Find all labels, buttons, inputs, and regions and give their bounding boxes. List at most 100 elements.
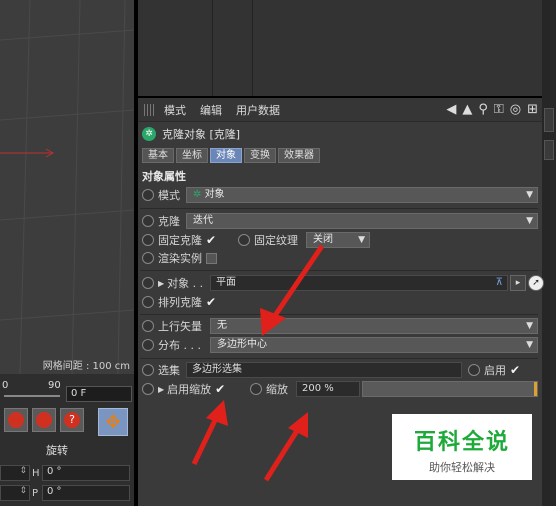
- search-icon[interactable]: ⚲: [478, 102, 488, 117]
- mode-dropdown[interactable]: ✲ 对象 ▼: [186, 187, 538, 203]
- viewport-grid: [0, 0, 134, 374]
- coord-stepper[interactable]: ⇕: [0, 465, 30, 481]
- tab-object[interactable]: 对象: [210, 148, 242, 163]
- enable-scale-label: 启用缩放: [167, 383, 212, 396]
- render-instance-row: 渲染实例: [142, 249, 217, 267]
- arrange-clone-checkbox[interactable]: ✔: [206, 296, 218, 308]
- red-arrow-annotation: [263, 412, 308, 482]
- distribution-value: 多边形中心: [217, 339, 267, 350]
- fixed-texture-radio[interactable]: [238, 234, 250, 246]
- frame-field[interactable]: 0 F: [66, 386, 132, 402]
- tab-basic[interactable]: 基本: [142, 148, 174, 163]
- render-instance-checkbox[interactable]: [206, 252, 217, 264]
- menu-mode[interactable]: 模式: [164, 102, 186, 118]
- coord-label: H: [32, 467, 40, 479]
- chevron-down-icon: ▼: [358, 235, 365, 245]
- enable-scale-radio[interactable]: [142, 383, 154, 395]
- clone-dropdown[interactable]: 迭代 ▼: [186, 213, 538, 229]
- scale-radio[interactable]: [250, 383, 262, 395]
- pick-cursor-icon[interactable]: ➚: [528, 275, 544, 291]
- enable-label: 启用: [484, 364, 506, 377]
- up-vector-value: 无: [217, 320, 227, 331]
- object-mode-icon: ✲: [193, 189, 205, 200]
- up-vector-radio[interactable]: [142, 320, 154, 332]
- back-arrow-icon[interactable]: ◀: [446, 102, 456, 117]
- red-arrow-annotation: [191, 400, 228, 466]
- divider: [140, 270, 538, 271]
- enable-row: 启用 ✔: [468, 361, 522, 379]
- scale-slider[interactable]: [362, 381, 538, 397]
- tab-effectors[interactable]: 效果器: [278, 148, 320, 163]
- distribution-row: 分布 . . .: [142, 336, 201, 354]
- selection-field[interactable]: 多边形选集: [186, 362, 462, 378]
- object-radio[interactable]: [142, 277, 154, 289]
- divider: [140, 208, 538, 209]
- coord-stepper[interactable]: ⇕: [0, 485, 30, 501]
- scale-slider-handle[interactable]: [534, 382, 537, 396]
- enable-scale-row: ▶ 启用缩放 ✔: [142, 380, 227, 398]
- chevron-down-icon: ▼: [526, 340, 533, 350]
- menu-user-data[interactable]: 用户数据: [236, 102, 280, 118]
- scale-row: 缩放: [250, 380, 288, 398]
- object-title-text: 克隆对象 [克隆]: [162, 128, 241, 141]
- target-icon[interactable]: ◎: [510, 102, 521, 117]
- chevron-down-icon: ▼: [526, 321, 533, 331]
- coord-row-p: ⇕ P 0 °: [0, 484, 132, 502]
- timeline-track[interactable]: [4, 395, 60, 397]
- coord-p-field[interactable]: 0 °: [42, 485, 130, 501]
- object-value: 平面: [216, 277, 236, 288]
- render-instance-radio[interactable]: [142, 252, 154, 264]
- expand-arrow-icon[interactable]: ▶: [158, 279, 164, 288]
- x-axis-arrow-icon: [0, 148, 55, 158]
- timeline-tick-end: 90: [48, 380, 61, 391]
- lock-icon[interactable]: ⚿: [494, 102, 504, 117]
- coord-h-field[interactable]: 0 °: [42, 465, 130, 481]
- mode-radio[interactable]: [142, 189, 154, 201]
- enable-checkbox[interactable]: ✔: [510, 364, 522, 376]
- watermark-title: 百科全说: [413, 430, 510, 455]
- distribution-dropdown[interactable]: 多边形中心 ▼: [210, 337, 538, 353]
- object-manager-panel[interactable]: [138, 0, 542, 96]
- expand-arrow-icon[interactable]: ▶: [158, 385, 164, 394]
- up-vector-row: 上行矢量: [142, 317, 202, 335]
- new-panel-icon[interactable]: ⊞: [527, 102, 538, 117]
- distribution-radio[interactable]: [142, 339, 154, 351]
- side-tab[interactable]: [544, 108, 554, 132]
- attribute-tabs: 基本 坐标 对象 变换 效果器: [142, 148, 320, 163]
- scale-field[interactable]: 200 %: [296, 381, 360, 397]
- arrange-clone-row: 排列克隆 ✔: [142, 293, 218, 311]
- scale-label: 缩放: [266, 383, 288, 396]
- enable-scale-checkbox[interactable]: ✔: [215, 383, 227, 395]
- left-lower-panel: 0 90 0 F ? ✥ 旋转 ⇕ H 0 ° ⇕ P 0 °: [0, 374, 134, 506]
- coord-label: P: [32, 487, 39, 499]
- column-divider: [252, 0, 253, 96]
- selection-radio[interactable]: [142, 364, 154, 376]
- tab-transform[interactable]: 变换: [244, 148, 276, 163]
- link-menu-icon[interactable]: ▸: [510, 275, 526, 291]
- enable-radio[interactable]: [468, 364, 480, 376]
- help-button[interactable]: ?: [60, 408, 84, 432]
- move-icon: ✥: [105, 411, 121, 433]
- move-tool-button[interactable]: ✥: [98, 408, 128, 436]
- side-tab[interactable]: [544, 140, 554, 160]
- viewport[interactable]: 网格间距 : 100 cm: [0, 0, 134, 374]
- divider: [140, 314, 538, 315]
- grid-spacing-label: 网格间距 : 100 cm: [42, 361, 130, 372]
- grip-icon[interactable]: [144, 103, 156, 116]
- rotation-section-label: 旋转: [46, 444, 68, 457]
- coord-row-h: ⇕ H 0 °: [0, 464, 132, 482]
- fixed-clone-row: 固定克隆 ✔: [142, 231, 218, 249]
- transform-tool-button[interactable]: [4, 408, 28, 432]
- arrange-clone-label: 排列克隆: [158, 296, 202, 309]
- right-tab-strip: [542, 0, 556, 506]
- selection-label: 选集: [158, 364, 180, 377]
- clone-radio[interactable]: [142, 215, 154, 227]
- menu-edit[interactable]: 编辑: [200, 102, 222, 118]
- tab-coord[interactable]: 坐标: [176, 148, 208, 163]
- up-arrow-icon[interactable]: ▲: [462, 102, 472, 117]
- fixed-clone-radio[interactable]: [142, 234, 154, 246]
- clone-value: 迭代: [193, 215, 213, 226]
- fixed-clone-checkbox[interactable]: ✔: [206, 234, 218, 246]
- arrange-clone-radio[interactable]: [142, 296, 154, 308]
- rotate-tool-button[interactable]: [32, 408, 56, 432]
